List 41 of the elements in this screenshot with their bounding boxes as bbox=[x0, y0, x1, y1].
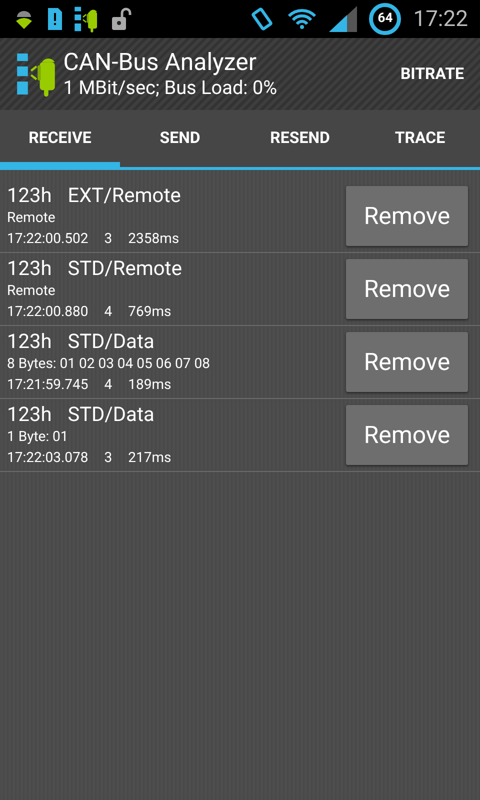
message-period: 769ms bbox=[128, 303, 172, 322]
tab[interactable]: TRACE bbox=[360, 110, 480, 170]
clock: 17:22 bbox=[413, 6, 468, 34]
message-count: 3 bbox=[104, 449, 112, 468]
message-time: 17:22:00.502 bbox=[7, 230, 88, 249]
unlocked-padlock-icon bbox=[112, 7, 132, 31]
message-type: STD/Remote bbox=[68, 256, 182, 280]
wifi-icon bbox=[287, 6, 318, 32]
message-id: 123h bbox=[7, 329, 52, 353]
signal-icon bbox=[329, 6, 358, 32]
tab[interactable]: SEND bbox=[120, 110, 240, 170]
message-period: 217ms bbox=[128, 449, 172, 468]
message-id: 123h bbox=[7, 402, 52, 426]
app-title: CAN-Bus Analyzer bbox=[63, 48, 258, 76]
message-data: 8 Bytes: 01 02 03 04 05 06 07 08 bbox=[7, 355, 211, 374]
remove-button[interactable]: Remove bbox=[346, 405, 468, 465]
message-id: 123h bbox=[7, 256, 52, 280]
message-time: 17:21:59.745 bbox=[7, 376, 88, 395]
message-period: 189ms bbox=[128, 376, 172, 395]
remove-button[interactable]: Remove bbox=[346, 186, 468, 246]
message-type: EXT/Remote bbox=[68, 183, 181, 207]
app-subtitle: 1 MBit/sec; Bus Load: 0% bbox=[63, 76, 278, 100]
message-count: 3 bbox=[104, 230, 112, 249]
message-data: Remote bbox=[7, 209, 56, 228]
message-time: 17:22:00.880 bbox=[7, 303, 88, 322]
sim-card-icon bbox=[48, 8, 62, 30]
vibrate-icon bbox=[249, 6, 276, 32]
remove-button[interactable]: Remove bbox=[346, 332, 468, 392]
remove-button[interactable]: Remove bbox=[346, 259, 468, 319]
message-count: 4 bbox=[104, 303, 112, 322]
message-type: STD/Data bbox=[68, 329, 154, 353]
tab[interactable]: RECEIVE bbox=[0, 110, 120, 170]
message-time: 17:22:03.078 bbox=[7, 449, 88, 468]
message-type: STD/Data bbox=[68, 402, 154, 426]
bitrate-button[interactable]: BITRATE bbox=[396, 50, 468, 98]
tab[interactable]: RESEND bbox=[240, 110, 360, 170]
message-data: 1 Byte: 01 bbox=[7, 428, 70, 447]
message-count: 4 bbox=[104, 376, 112, 395]
message-period: 2358ms bbox=[128, 230, 180, 249]
message-data: Remote bbox=[7, 282, 56, 301]
message-id: 123h bbox=[7, 183, 52, 207]
